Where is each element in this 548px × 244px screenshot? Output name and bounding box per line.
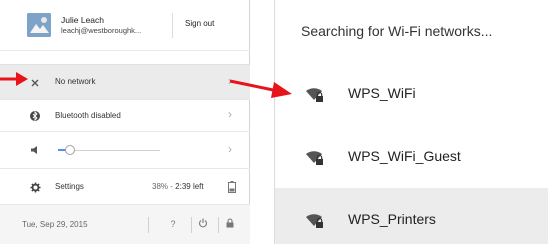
user-name: Julie Leach (61, 15, 105, 25)
wifi-network-item[interactable]: WPS_WiFi (275, 62, 548, 124)
avatar (27, 13, 51, 37)
settings-button[interactable]: Settings (55, 182, 84, 191)
help-button[interactable]: ? (166, 219, 180, 229)
gear-icon (29, 181, 41, 193)
bluetooth-label: Bluetooth disabled (55, 111, 121, 120)
chevron-right-icon: › (228, 107, 232, 121)
user-email: leachj@westboroughk... (61, 26, 142, 35)
annotation-arrow-left (0, 72, 28, 86)
wifi-network-name: WPS_Printers (348, 211, 436, 227)
battery-percent: 38% (152, 182, 169, 191)
wifi-network-name: WPS_WiFi_Guest (348, 148, 461, 164)
bluetooth-icon (29, 110, 41, 122)
lock-icon (226, 218, 234, 228)
speaker-icon[interactable] (29, 144, 41, 156)
wifi-secured-icon (306, 151, 323, 165)
power-icon (198, 218, 208, 228)
battery-icon (228, 181, 236, 195)
battery-separator: - (170, 182, 173, 191)
divider (148, 217, 149, 233)
network-label: No network (55, 77, 96, 86)
sign-out-button[interactable]: Sign out (185, 19, 214, 28)
divider (172, 13, 173, 38)
wifi-network-item[interactable]: WPS_WiFi_Guest (275, 125, 548, 187)
volume-row: › (0, 132, 250, 169)
lock-button[interactable] (223, 218, 237, 230)
divider (191, 217, 192, 233)
power-button[interactable] (196, 218, 210, 230)
battery-time: 2:39 left (175, 182, 204, 191)
wifi-secured-icon (306, 214, 323, 228)
battery-status: 38% - 2:39 left (152, 182, 204, 191)
system-tray-panel: Julie Leach leachj@westboroughk... Sign … (0, 0, 250, 244)
volume-slider-thumb[interactable] (65, 145, 75, 155)
divider (218, 217, 219, 233)
wifi-network-panel: Searching for Wi-Fi networks... WPS_WiFi… (274, 0, 548, 244)
chevron-right-icon[interactable]: › (228, 142, 232, 156)
wifi-network-name: WPS_WiFi (348, 85, 416, 101)
user-row: Julie Leach leachj@westboroughk... Sign … (0, 0, 250, 51)
date-label: Tue, Sep 29, 2015 (22, 220, 88, 229)
wifi-network-item[interactable]: WPS_Printers (275, 188, 548, 244)
annotation-arrow-right (229, 79, 292, 98)
settings-row: Settings 38% - 2:39 left (0, 169, 250, 205)
bluetooth-row[interactable]: Bluetooth disabled › (0, 100, 250, 132)
wifi-secured-icon (306, 88, 323, 102)
avatar-icon (27, 13, 51, 37)
footer-row: Tue, Sep 29, 2015 ? (0, 205, 250, 244)
wifi-search-status: Searching for Wi-Fi networks... (301, 23, 493, 39)
network-row[interactable]: No network › (0, 64, 250, 100)
